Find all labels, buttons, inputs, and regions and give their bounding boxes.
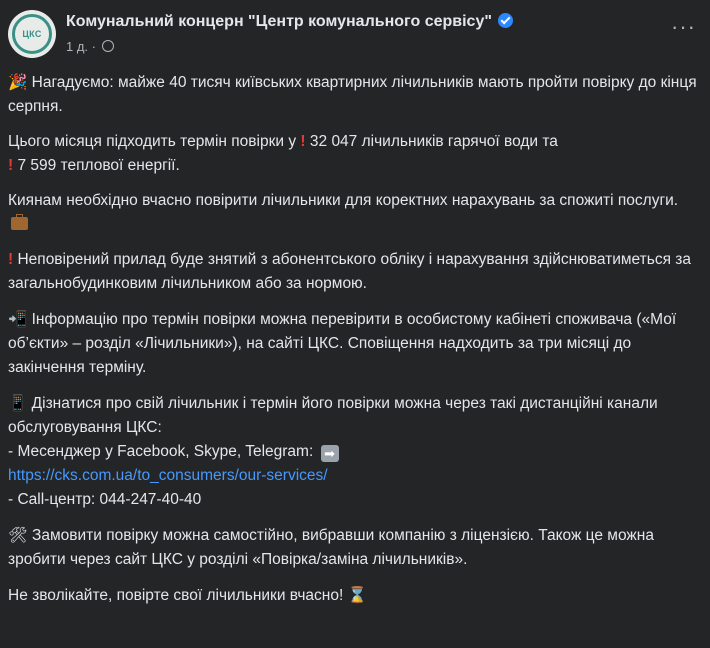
hourglass-icon: ⌛ <box>347 586 367 604</box>
right-arrow-icon: ➡ <box>320 445 339 462</box>
page-name-container: Комунальний концерн "Центр комунального … <box>66 13 513 31</box>
paragraph-order: 🛠 Замовити повірку можна самостійно, виб… <box>8 523 698 572</box>
post-timestamp[interactable]: 1 д. · <box>66 39 96 54</box>
globe-icon <box>101 40 114 52</box>
paragraph-kyiv-residents-text: Киянам необхідно вчасно повірити лічильн… <box>8 192 679 209</box>
paragraph-deadline: Цього місяця підходить термін повірки у … <box>8 130 698 178</box>
more-options-button[interactable]: ··· <box>671 16 696 38</box>
paragraph-order-text: Замовити повірку можна самостійно, вибра… <box>8 527 654 568</box>
mobile-arrow-icon: 📲 <box>8 310 28 328</box>
post-body: 🎉 Нагадуємо: майже 40 тисяч київських кв… <box>8 70 698 619</box>
page-avatar[interactable]: ЦКС <box>8 10 56 58</box>
post-header: ЦКС Комунальний концерн "Центр комунальн… <box>0 0 710 68</box>
paragraph-closing: Не зволікайте, повірте свої лічильники в… <box>8 583 698 608</box>
paragraph-reminder: 🎉 Нагадуємо: майже 40 тисяч київських кв… <box>8 70 698 119</box>
post-meta: 1 д. · <box>66 39 114 54</box>
paragraph-deadline-text-b: 32 047 лічильників гарячої води та <box>309 133 558 150</box>
paragraph-closing-text: Не зволікайте, повірте свої лічильники в… <box>8 587 344 604</box>
messenger-line: - Месенджер у Facebook, Skype, Telegram: <box>8 443 314 460</box>
red-exclamation-icon: ! <box>8 157 14 174</box>
paragraph-reminder-text: Нагадуємо: майже 40 тисяч київських квар… <box>8 74 697 115</box>
verified-badge-icon <box>497 13 513 28</box>
party-popper-icon: 🎉 <box>8 73 28 91</box>
paragraph-deadline-text-a: Цього місяця підходить термін повірки у <box>8 133 297 150</box>
red-exclamation-icon: ! <box>300 133 306 150</box>
services-link[interactable]: https://cks.com.ua/to_consumers/our-serv… <box>8 467 328 484</box>
paragraph-channels: 📱 Дізнатися про свій лічильник і термін … <box>8 391 698 512</box>
red-exclamation-icon: ! <box>8 251 14 268</box>
briefcase-icon <box>11 214 28 230</box>
avatar-logo: ЦКС <box>12 14 52 54</box>
hammer-wrench-icon: 🛠 <box>8 526 28 544</box>
paragraph-kyiv-residents: Киянам необхідно вчасно повірити лічильн… <box>8 189 698 237</box>
paragraph-unverified: ! Неповірений прилад буде знятий з абоне… <box>8 248 698 296</box>
call-center-line: - Call-центр: 044-247-40-40 <box>8 491 202 508</box>
paragraph-deadline-text-c: 7 599 теплової енергії. <box>17 157 180 174</box>
paragraph-channels-text: Дізнатися про свій лічильник і термін йо… <box>8 395 658 436</box>
avatar-logo-text: ЦКС <box>22 29 42 39</box>
paragraph-info-text: Інформацію про термін повірки можна пере… <box>8 311 677 376</box>
mobile-phone-icon: 📱 <box>8 394 28 412</box>
paragraph-unverified-text: Неповірений прилад буде знятий з абонент… <box>8 251 691 292</box>
page-name-link[interactable]: Комунальний концерн "Центр комунального … <box>66 13 492 30</box>
paragraph-info: 📲 Інформацію про термін повірки можна пе… <box>8 307 698 380</box>
